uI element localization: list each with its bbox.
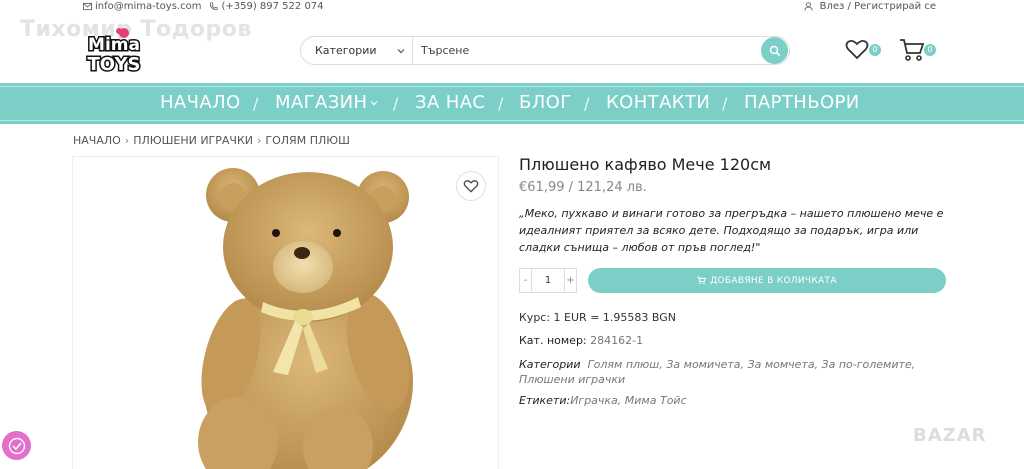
breadcrumb-big-plush[interactable]: ГОЛЯМ ПЛЮШ [265, 134, 349, 147]
accessibility-button[interactable] [2, 431, 31, 460]
qty-decrease-button[interactable]: - [520, 269, 531, 292]
chevron-down-icon [397, 49, 405, 54]
product-description: „Меко, пухкаво и винаги готово за прегръ… [519, 207, 944, 254]
search-bar: Категории [300, 36, 790, 65]
top-bar: info@mima-toys.com (+359) 897 522 074 Вл… [0, 0, 1024, 14]
sku-value: 284162-1 [590, 334, 644, 347]
product-image-box[interactable] [72, 156, 499, 469]
qty-input[interactable]: 1 [531, 269, 565, 292]
login-register-link[interactable]: Влез / Регистрирай се [820, 1, 936, 12]
nav-item-about[interactable]: ЗА НАС [415, 92, 485, 113]
mima-toys-logo: Mima TOYS [86, 28, 142, 77]
category-select-label: Категории [315, 44, 377, 57]
user-icon [804, 2, 813, 11]
wishlist-count-badge: 0 [869, 44, 881, 56]
email-link[interactable]: info@mima-toys.com [83, 1, 201, 12]
nav-item-shop[interactable]: МАГАЗИН [275, 92, 379, 113]
phone-link[interactable]: (+359) 897 522 074 [209, 1, 324, 12]
logo-line1: Mima [88, 35, 140, 55]
nav-item-shop-label: МАГАЗИН [275, 92, 368, 113]
cart-icon [900, 39, 925, 61]
breadcrumb-plush-toys[interactable]: ПЛЮШЕНИ ИГРАЧКИ [133, 134, 253, 147]
mail-icon [83, 2, 92, 10]
product-title: Плюшено кафяво Мече 120см [519, 155, 772, 174]
category-select[interactable]: Категории [301, 37, 413, 64]
heart-icon [463, 180, 479, 193]
phone-text: (+359) 897 522 074 [221, 1, 324, 12]
cart-icon [697, 276, 707, 285]
main-navigation: НАЧАЛО / МАГАЗИН / ЗА НАС / БЛОГ / КОНТА… [0, 83, 1024, 124]
sku-label: Кат. номер: [519, 334, 587, 347]
nav-divider: / [498, 94, 504, 113]
nav-item-blog[interactable]: БЛОГ [519, 92, 572, 113]
email-text: info@mima-toys.com [95, 1, 202, 12]
search-input[interactable] [413, 37, 761, 64]
tags-links[interactable]: Играчка, Мима Тойс [570, 394, 686, 407]
teddy-bear-image [198, 168, 413, 469]
add-to-wishlist-button[interactable] [456, 171, 486, 201]
add-to-cart-label: ДОБАВЯНЕ В КОЛИЧКАТА [710, 275, 837, 286]
categories-label: Категории [519, 358, 581, 371]
chevron-down-icon [371, 101, 378, 106]
categories-row: Категории Голям плюш, За момичета, За мо… [519, 357, 949, 387]
accessibility-icon [8, 437, 25, 454]
tags-row: Етикети:Играчка, Мима Тойс [519, 394, 687, 407]
breadcrumb-separator: › [124, 134, 130, 147]
tags-label: Етикети: [519, 394, 571, 407]
nav-item-partners[interactable]: ПАРТНЬОРИ [744, 92, 860, 113]
breadcrumb: НАЧАЛО › ПЛЮШЕНИ ИГРАЧКИ › ГОЛЯМ ПЛЮШ [73, 134, 350, 147]
bazar-watermark: BAZAR [913, 425, 987, 446]
nav-divider: / [584, 94, 590, 113]
quantity-stepper: - 1 + [519, 268, 577, 293]
breadcrumb-separator: › [257, 134, 262, 147]
add-to-cart-button[interactable]: ДОБАВЯНЕ В КОЛИЧКАТА [588, 268, 946, 293]
nav-divider: / [253, 94, 259, 113]
breadcrumb-home[interactable]: НАЧАЛО [73, 134, 121, 147]
nav-item-contacts[interactable]: КОНТАКТИ [606, 92, 710, 113]
product-price: €61,99 / 121,24 лв. [519, 180, 647, 195]
logo-line2: TOYS [88, 54, 141, 75]
cart-count-badge: 0 [924, 44, 936, 56]
phone-icon [210, 1, 218, 10]
nav-divider: / [393, 94, 399, 113]
search-icon [769, 45, 780, 56]
wishlist-button[interactable] [845, 38, 869, 64]
sku-row: Кат. номер: 284162-1 [519, 334, 643, 347]
search-button[interactable] [761, 37, 788, 64]
exchange-rate: Курс: 1 EUR = 1.95583 BGN [519, 311, 676, 324]
site-logo[interactable]: Mima TOYS [84, 27, 144, 77]
nav-item-home[interactable]: НАЧАЛО [160, 92, 241, 113]
nav-divider: / [722, 94, 728, 113]
heart-icon [845, 39, 869, 60]
qty-increase-button[interactable]: + [565, 269, 576, 292]
cart-button[interactable] [899, 38, 925, 66]
